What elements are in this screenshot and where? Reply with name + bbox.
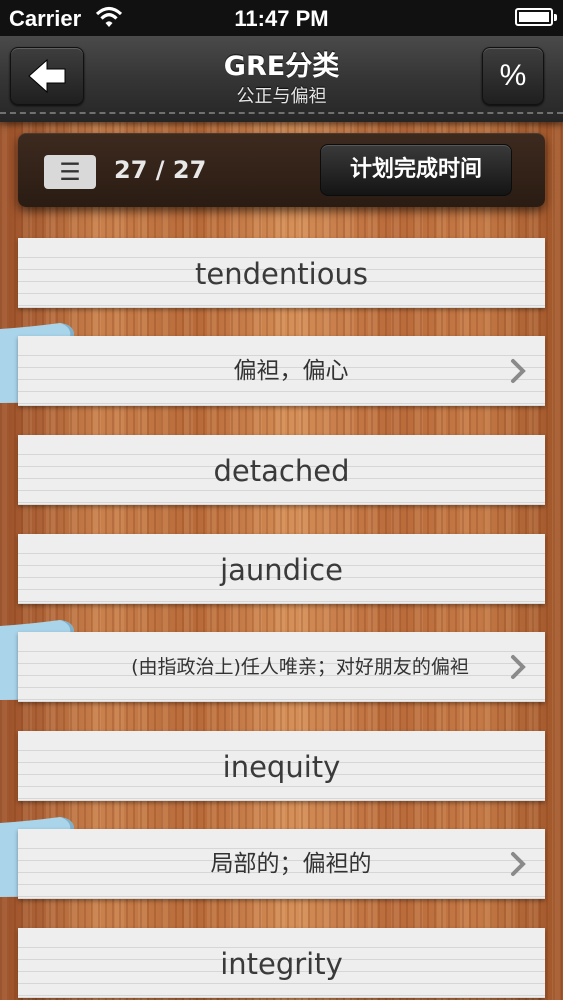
meaning-card[interactable]: (由指政治上)任人唯亲；对好朋友的偏袒 — [18, 632, 545, 702]
navigation-bar: GRE分类 公正与偏袒 % — [0, 36, 563, 122]
word-card[interactable]: inequity — [18, 731, 545, 801]
chevron-right-icon — [511, 655, 526, 679]
meaning-card[interactable]: 局部的；偏袒的 — [18, 829, 545, 899]
progress-panel: ☰ 27 / 27 计划完成时间 — [18, 133, 545, 207]
battery-icon — [515, 8, 557, 26]
word-text: integrity — [220, 947, 343, 981]
status-bar: Carrier 11:47 PM — [0, 0, 563, 36]
clock: 11:47 PM — [234, 6, 329, 31]
word-card[interactable]: jaundice — [18, 534, 545, 604]
word-card[interactable]: detached — [18, 435, 545, 505]
meaning-text: (由指政治上)任人唯亲；对好朋友的偏袒 — [131, 656, 469, 678]
word-text: detached — [213, 454, 350, 488]
word-card[interactable]: integrity — [18, 928, 545, 998]
percent-button[interactable]: % — [482, 47, 544, 105]
plan-completion-time-button[interactable]: 计划完成时间 — [320, 144, 512, 196]
meaning-text: 偏袒，偏心 — [233, 358, 349, 384]
word-text: inequity — [222, 750, 341, 784]
meaning-text: 局部的；偏袒的 — [210, 851, 372, 877]
chevron-right-icon — [511, 852, 526, 876]
progress-count: 27 / 27 — [114, 156, 207, 184]
page-subtitle: 公正与偏袒 — [236, 86, 327, 107]
list-icon[interactable]: ☰ — [44, 155, 96, 189]
page-title: GRE分类 — [223, 51, 340, 82]
meaning-card[interactable]: 偏袒，偏心 — [18, 336, 545, 406]
chevron-right-icon — [511, 359, 526, 383]
word-card[interactable]: tendentious — [18, 238, 545, 308]
word-text: jaundice — [220, 553, 343, 587]
word-text: tendentious — [195, 257, 368, 291]
